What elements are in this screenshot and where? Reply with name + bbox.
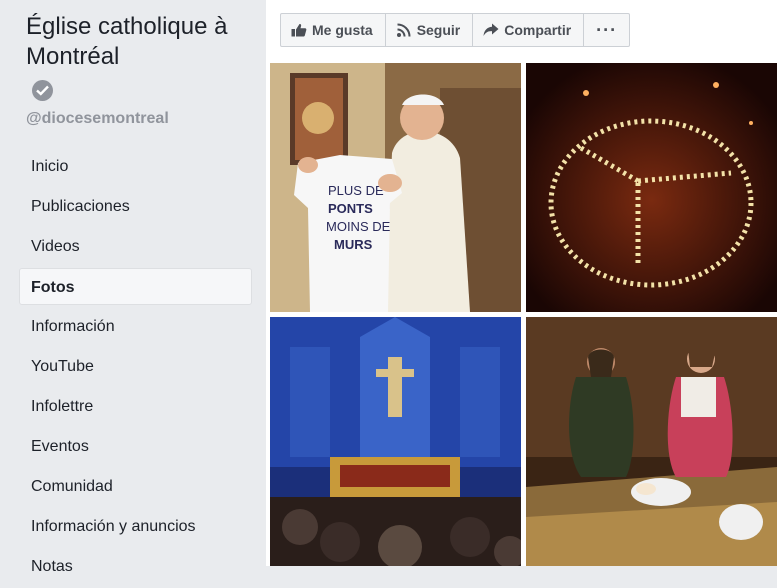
more-button[interactable]: ···	[583, 13, 631, 47]
shirt-text-line-4: MURS	[334, 237, 373, 252]
shirt-text-line-2: PONTS	[328, 201, 373, 216]
like-button[interactable]: Me gusta	[280, 13, 386, 47]
page-handle[interactable]: @diocesemontreal	[26, 110, 169, 128]
photo-thumbnail-nativity[interactable]	[526, 317, 777, 566]
share-button[interactable]: Compartir	[472, 13, 585, 47]
photo-thumbnail-cathedral[interactable]	[270, 317, 521, 566]
share-label: Compartir	[504, 22, 572, 38]
sidebar-nav: Inicio Publicaciones Videos Fotos Inform…	[19, 148, 252, 588]
sidebar-item-publicaciones[interactable]: Publicaciones	[19, 188, 252, 225]
sidebar-item-inicio[interactable]: Inicio	[19, 148, 252, 185]
shirt-text-line-3: MOINS DE	[326, 219, 391, 234]
verified-badge-icon	[32, 80, 53, 101]
like-label: Me gusta	[312, 22, 373, 38]
sidebar-item-fotos[interactable]: Fotos	[19, 268, 252, 305]
sidebar-item-videos[interactable]: Videos	[19, 228, 252, 265]
photo-grid: PLUS DE PONTS MOINS DE MURS	[270, 63, 777, 566]
sidebar-item-notas[interactable]: Notas	[19, 548, 252, 585]
page-action-bar: Me gusta Seguir Compartir ···	[280, 13, 631, 47]
rss-icon	[396, 22, 412, 38]
page-sidebar: Église catholique à Montréal @diocesemon…	[0, 0, 266, 575]
page-name[interactable]: Église catholique à Montréal	[26, 12, 256, 72]
share-arrow-icon	[483, 23, 499, 37]
sidebar-item-informacion-anuncios[interactable]: Información y anuncios	[19, 508, 252, 545]
sidebar-item-comunidad[interactable]: Comunidad	[19, 468, 252, 505]
shirt-text-line-1: PLUS DE	[328, 183, 384, 198]
follow-button[interactable]: Seguir	[384, 13, 474, 47]
photo-thumbnail-pope-shirt[interactable]: PLUS DE PONTS MOINS DE MURS	[270, 63, 521, 312]
more-icon: ···	[596, 19, 618, 40]
sidebar-item-informacion[interactable]: Información	[19, 308, 252, 345]
sidebar-item-eventos[interactable]: Eventos	[19, 428, 252, 465]
sidebar-item-infolettre[interactable]: Infolettre	[19, 388, 252, 425]
photo-thumbnail-candles-peace[interactable]	[526, 63, 777, 312]
follow-label: Seguir	[416, 22, 461, 38]
sidebar-item-youtube[interactable]: YouTube	[19, 348, 252, 385]
thumbs-up-icon	[291, 23, 307, 37]
main-content: Me gusta Seguir Compartir ··· PLUS DE PO…	[266, 0, 777, 566]
